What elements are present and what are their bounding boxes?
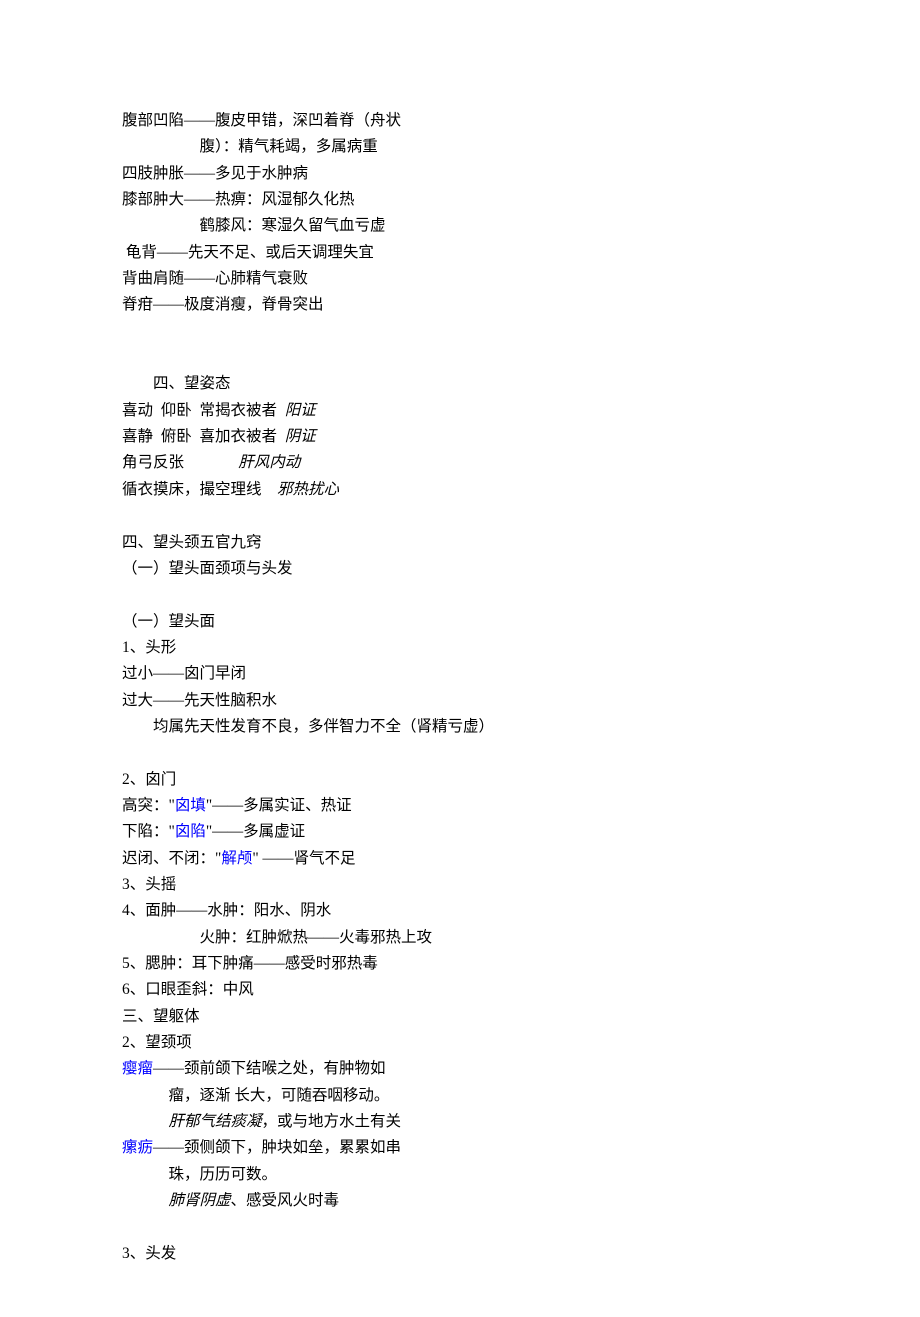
- body-finding-spine: 脊疳——极度消瘦，脊骨突出: [122, 292, 798, 318]
- hair-title: 3、头发: [122, 1241, 798, 1267]
- goiter-link[interactable]: 瘿瘤: [122, 1060, 153, 1077]
- posture-r2c2: 俯卧: [161, 428, 192, 445]
- body-finding-limbs: 四肢肿胀——多见于水肿病: [122, 161, 798, 187]
- fontanel-late-b: " ——肾气不足: [252, 850, 355, 867]
- fontanel-late-link[interactable]: 解颅: [221, 850, 252, 867]
- section-head-title: 四、望头颈五官九窍: [122, 530, 798, 556]
- body-finding-turtleback: 龟背——先天不足、或后天调理失宜: [122, 240, 798, 266]
- goiter-desc-a: ——颈前颌下结喉之处，有肿物如: [153, 1060, 386, 1077]
- section-posture-title: 四、望姿态: [122, 371, 798, 397]
- posture-row-4: 循衣摸床，撮空理线 邪热扰心: [122, 477, 798, 503]
- body-finding-abdomen-2: 腹）：精气耗竭，多属病重: [122, 134, 798, 160]
- body-finding-knee-1: 膝部肿大——热痹：风湿郁久化热: [122, 187, 798, 213]
- posture-r2c3: 喜加衣被者: [200, 428, 278, 445]
- neck-goiter-1: 瘿瘤——颈前颌下结喉之处，有肿物如: [122, 1056, 798, 1082]
- subsection-head-hair: （一）望头面颈项与头发: [122, 556, 798, 582]
- neck-scrofula-3: 肺肾阴虚、感受风火时毒: [122, 1188, 798, 1214]
- head-shake-title: 3、头摇: [122, 872, 798, 898]
- fontanel-bulge-link[interactable]: 囟填: [175, 797, 206, 814]
- scrofula-cause-italic: 肺肾阴虚: [169, 1192, 231, 1209]
- neck-goiter-2: 瘤，逐渐 长大，可随吞咽移动。: [122, 1083, 798, 1109]
- body-finding-back: 背曲肩随——心肺精气衰败: [122, 266, 798, 292]
- posture-r3c1: 角弓反张: [122, 454, 184, 471]
- trunk-title: 三、望躯体: [122, 1004, 798, 1030]
- face-swelling-2: 火肿：红肿焮热——火毒邪热上攻: [122, 925, 798, 951]
- posture-row-2: 喜静 俯卧 喜加衣被者 阴证: [122, 424, 798, 450]
- fontanel-late: 迟闭、不闭："解颅" ——肾气不足: [122, 846, 798, 872]
- mouth-eye-deviation: 6、口眼歪斜：中风: [122, 977, 798, 1003]
- scrofula-desc-a: ——颈侧颌下，肿块如垒，累累如串: [153, 1139, 401, 1156]
- fontanel-late-a: 迟闭、不闭：": [122, 850, 221, 867]
- neck-title: 2、望颈项: [122, 1030, 798, 1056]
- face-swelling-1: 4、面肿——水肿：阳水、阴水: [122, 898, 798, 924]
- fontanel-title: 2、囟门: [122, 767, 798, 793]
- fontanel-bulge-b: "——多属实证、热证: [206, 797, 352, 814]
- body-finding-knee-2: 鹤膝风：寒湿久留气血亏虚: [122, 213, 798, 239]
- scrofula-cause-rest: 、感受风火时毒: [231, 1192, 340, 1209]
- posture-r2c1: 喜静: [122, 428, 153, 445]
- posture-r2c4: 阴证: [285, 428, 316, 445]
- goiter-cause-italic: 肝郁气结痰凝: [169, 1113, 262, 1130]
- posture-r1c4: 阳证: [285, 402, 316, 419]
- body-finding-abdomen-1: 腹部凹陷——腹皮甲错，深凹着脊（舟状: [122, 108, 798, 134]
- posture-r4c4: 邪热扰心: [277, 481, 339, 498]
- fontanel-sunken-a: 下陷：": [122, 823, 175, 840]
- fontanel-sunken-b: "——多属虚证: [206, 823, 305, 840]
- head-shape-title: 1、头形: [122, 635, 798, 661]
- head-shape-note: 均属先天性发育不良，多伴智力不全（肾精亏虚）: [122, 714, 798, 740]
- fontanel-bulge-a: 高突：": [122, 797, 175, 814]
- cheek-swelling: 5、腮肿：耳下肿痛——感受时邪热毒: [122, 951, 798, 977]
- neck-scrofula-2: 珠，历历可数。: [122, 1162, 798, 1188]
- head-shape-large: 过大——先天性脑积水: [122, 688, 798, 714]
- fontanel-sunken: 下陷："囟陷"——多属虚证: [122, 819, 798, 845]
- posture-r1c3: 常揭衣被者: [200, 402, 278, 419]
- fontanel-sunken-link[interactable]: 囟陷: [175, 823, 206, 840]
- neck-scrofula-1: 瘰疬——颈侧颌下，肿块如垒，累累如串: [122, 1135, 798, 1161]
- scrofula-link[interactable]: 瘰疬: [122, 1139, 153, 1156]
- posture-r4c1: 循衣摸床，撮空理线: [122, 481, 262, 498]
- posture-r1c2: 仰卧: [161, 402, 192, 419]
- goiter-cause-rest: ，或与地方水土有关: [262, 1113, 402, 1130]
- neck-goiter-3: 肝郁气结痰凝，或与地方水土有关: [122, 1109, 798, 1135]
- section-posture-title-text: 四、望姿态: [153, 375, 231, 392]
- posture-r3c4: 肝风内动: [238, 454, 300, 471]
- subsection-head-face: （一）望头面: [122, 609, 798, 635]
- head-shape-small: 过小——囟门早闭: [122, 661, 798, 687]
- posture-r1c1: 喜动: [122, 402, 153, 419]
- posture-row-1: 喜动 仰卧 常揭衣被者 阳证: [122, 398, 798, 424]
- posture-row-3: 角弓反张 肝风内动: [122, 450, 798, 476]
- fontanel-bulge: 高突："囟填"——多属实证、热证: [122, 793, 798, 819]
